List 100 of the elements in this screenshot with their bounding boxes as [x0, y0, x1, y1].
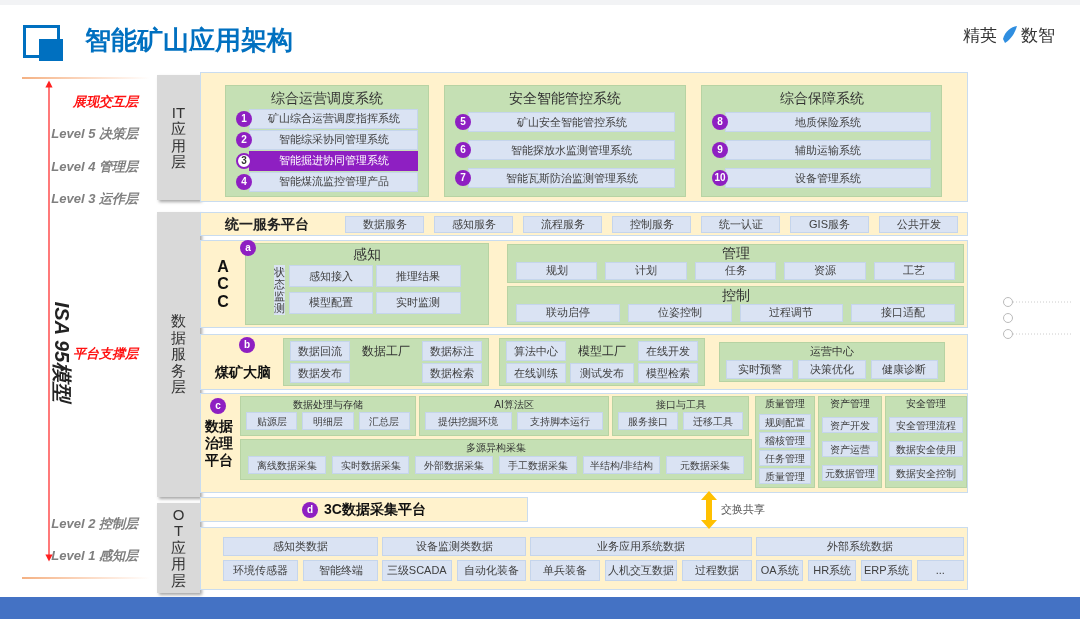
management-item: 资产运营 [822, 441, 878, 457]
management-item: 质量管理 [759, 468, 811, 484]
section-title: 煤矿大脑 [215, 363, 271, 381]
number-badge: d [302, 501, 319, 518]
factory-item: 模型检索 [638, 363, 698, 383]
operations-item: 实时预警 [726, 360, 794, 379]
tier-label: 平台支撑层 [73, 346, 138, 360]
panel-title: AI算法区 [494, 398, 534, 412]
panel-title: 接口与工具 [655, 398, 706, 412]
management-item: 数据安全控制 [889, 465, 963, 481]
panel-title: 数据处理与存储 [293, 398, 363, 412]
panel-title: 控制 [721, 286, 750, 304]
management-item: 元数据管理 [822, 465, 878, 481]
level-label: Level 1 感知层 [51, 549, 138, 562]
level-label: Level 4 管理层 [51, 159, 138, 173]
panel-title: 综合保障系统 [778, 89, 865, 108]
data-category: 业务应用系统数据 [530, 536, 752, 556]
management-item: 任务 [694, 261, 777, 280]
layer-label: 数据服务层 [171, 313, 186, 396]
data-source-item: ERP系统 [860, 559, 912, 581]
layer-label: OT应用层 [171, 506, 186, 590]
section-title: ACC [216, 257, 230, 311]
system-item[interactable]: 地质保险系统 [725, 112, 931, 132]
number-badge: 8 [712, 114, 728, 130]
number-badge: 6 [455, 142, 471, 158]
number-badge: c [210, 398, 226, 414]
factory-item: 数据检索 [422, 363, 482, 383]
level-label: Level 2 控制层 [51, 517, 138, 530]
collection-item: 离线数据采集 [248, 456, 326, 474]
perception-item: 推理结果 [375, 265, 461, 287]
level-label: Level 3 运作层 [51, 192, 138, 205]
collection-item: 半结构/非结构 [582, 456, 661, 474]
number-badge: 1 [236, 110, 252, 127]
number-badge: 7 [455, 170, 471, 186]
control-item: 过程调节 [739, 303, 844, 322]
data-source-item: ... [916, 559, 964, 581]
factory-item: 在线训练 [506, 363, 566, 383]
system-item[interactable]: 设备管理系统 [725, 168, 931, 188]
data-source-item: 智能终端 [303, 559, 378, 581]
collection-item: 手工数据采集 [499, 456, 577, 474]
data-source-item: 人机交互数据 [605, 559, 677, 581]
panel-title: 运营中心 [810, 344, 854, 359]
number-badge: 2 [236, 131, 252, 148]
panel-title: 综合运营调度系统 [270, 89, 384, 108]
number-badge: 10 [712, 170, 728, 186]
service-item: 统一认证 [701, 215, 780, 233]
service-item: GIS服务 [790, 215, 869, 233]
double-arrow-icon [701, 491, 717, 529]
section-title: 统一服务平台 [225, 214, 310, 234]
data-category: 设备监测类数据 [382, 536, 526, 556]
panel-title: 多源异构采集 [466, 441, 526, 455]
platform-title: 3C数据采集平台 [324, 500, 426, 519]
system-item[interactable]: 矿山安全智能管控系统 [468, 112, 675, 132]
factory-item: 算法中心 [506, 341, 566, 361]
number-badge: 4 [236, 173, 252, 190]
system-item[interactable]: 智能掘进协同管理系统 [249, 150, 418, 171]
data-category: 感知类数据 [223, 536, 378, 556]
data-source-item: HR系统 [808, 559, 856, 581]
factory-item: 在线开发 [638, 341, 698, 361]
service-item: 流程服务 [523, 215, 602, 233]
module-item: 支持脚本运行 [516, 412, 603, 430]
data-category: 外部系统数据 [756, 536, 964, 556]
operations-item: 决策优化 [798, 360, 866, 379]
panel-title: 管理 [721, 244, 750, 262]
system-item[interactable]: 智能煤流监控管理产品 [249, 171, 418, 192]
panel-title: 感知 [353, 245, 381, 264]
data-source-item: 自动化装备 [456, 559, 526, 581]
management-item: 稽核管理 [759, 432, 811, 448]
factory-item: 数据回流 [290, 341, 350, 361]
section-title: 数据治理平台 [205, 418, 234, 470]
service-item: 感知服务 [434, 215, 513, 233]
management-item: 规划 [516, 261, 598, 280]
system-item[interactable]: 矿山综合运营调度指挥系统 [249, 108, 418, 129]
service-item: 控制服务 [612, 215, 691, 233]
number-badge: 3 [236, 152, 252, 169]
number-badge: 9 [712, 142, 728, 158]
brand-text: 数智 [1021, 26, 1055, 44]
layer-label: IT应用层 [171, 104, 186, 171]
system-item[interactable]: 智能综采协同管理系统 [249, 129, 418, 150]
panel-title: 安全智能管控系统 [508, 89, 622, 108]
service-item: 数据服务 [345, 215, 424, 233]
control-item: 接口适配 [851, 303, 955, 322]
exchange-label: 交换共享 [721, 502, 765, 518]
system-item[interactable]: 智能探放水监测管理系统 [468, 140, 675, 160]
logo-icon [23, 25, 63, 61]
data-source-item: OA系统 [756, 559, 804, 581]
collection-item: 元数据采集 [666, 456, 745, 474]
data-source-item: 三级SCADA [382, 559, 452, 581]
data-source-item: 过程数据 [682, 559, 752, 581]
number-badge: b [239, 337, 255, 353]
management-item: 工艺 [873, 261, 956, 280]
status-item: 状态监测 [273, 265, 285, 316]
collection-item: 实时数据采集 [331, 456, 410, 474]
operations-item: 健康诊断 [870, 360, 938, 379]
system-item[interactable]: 智能瓦斯防治监测管理系统 [468, 168, 675, 188]
module-item: 服务接口 [618, 412, 678, 430]
system-item[interactable]: 辅助运输系统 [725, 140, 931, 160]
perception-item: 实时监测 [375, 291, 461, 314]
management-item: 资源 [784, 261, 866, 280]
data-source-item: 环境传感器 [223, 559, 298, 581]
